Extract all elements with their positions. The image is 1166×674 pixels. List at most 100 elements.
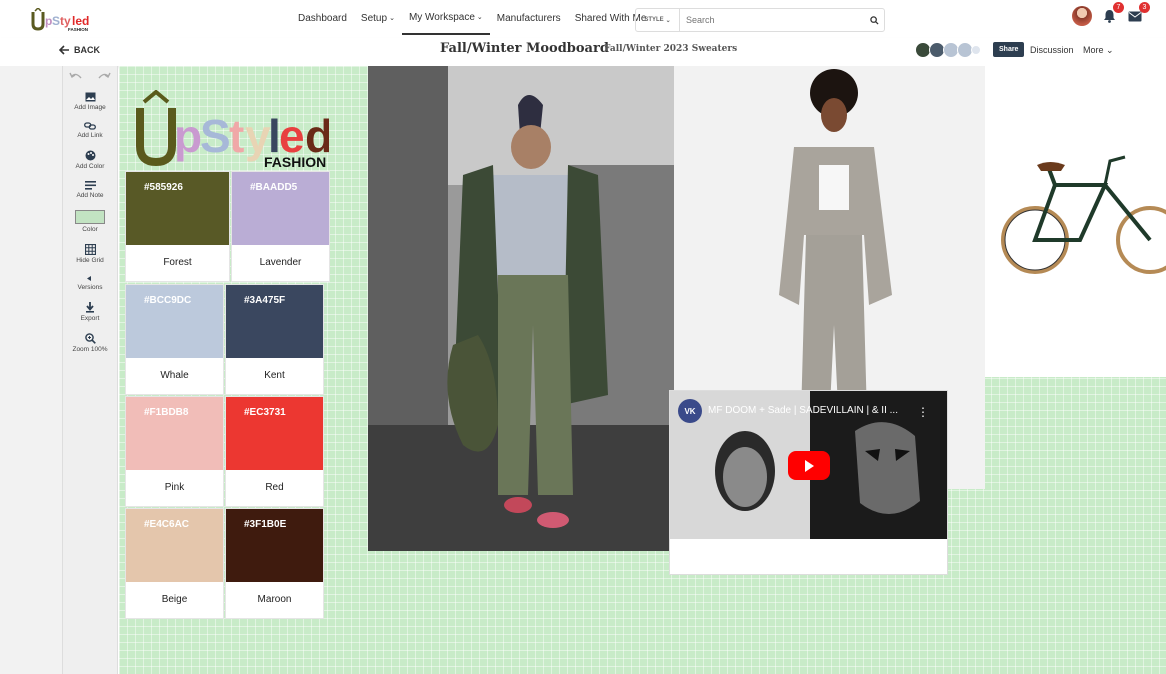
hide-grid-button[interactable]: Hide Grid [63, 244, 117, 264]
search-bar: STYLE ⌄ [635, 8, 885, 32]
color-hex: #BAADD5 [232, 172, 329, 245]
bicycle-image [985, 66, 1166, 377]
canvas-color-button[interactable]: Color [63, 210, 117, 233]
notifications-button[interactable]: 7 [1100, 2, 1124, 25]
color-name: Red [265, 482, 284, 493]
add-color-label: Add Color [75, 163, 105, 170]
color-hex: #585926 [126, 172, 229, 245]
add-image-label: Add Image [74, 104, 106, 111]
collaborator-avatars[interactable] [915, 42, 981, 58]
nav-dashboard-label: Dashboard [298, 13, 347, 24]
envelope-icon [1128, 11, 1142, 21]
search-input[interactable] [680, 10, 864, 30]
nav-setup-label: Setup [360, 13, 388, 24]
chevron-down-icon: ⌄ [389, 15, 395, 22]
top-navigation: p S ty led FASHION Dashboard Setup ⌄ My W… [0, 0, 1166, 38]
undo-icon[interactable] [69, 72, 83, 81]
color-card-pink[interactable]: #F1BDB8 Pink [125, 396, 224, 507]
color-name: Beige [161, 594, 188, 605]
add-image-button[interactable]: Add Image [63, 92, 117, 111]
left-gutter [0, 66, 62, 674]
street-style-image [368, 66, 675, 551]
redo-icon[interactable] [97, 72, 111, 81]
moodboard-canvas[interactable]: p S t y l e d FASHION #585926 Forest #BA… [119, 66, 1166, 674]
color-name: Lavender [259, 257, 302, 268]
style-select[interactable]: STYLE ⌄ [636, 9, 680, 31]
more-label: More [1083, 45, 1104, 55]
nav-dashboard[interactable]: Dashboard [291, 3, 354, 35]
nav-manufacturers[interactable]: Manufacturers [490, 3, 568, 35]
color-card-whale[interactable]: #BCC9DC Whale [125, 284, 224, 395]
play-button[interactable] [788, 451, 830, 480]
color-hex: #BCC9DC [126, 285, 223, 358]
bicycle-photo[interactable] [985, 66, 1166, 377]
svg-text:FASHION: FASHION [264, 154, 326, 168]
chevron-down-icon: ⌄ [476, 14, 483, 21]
export-button[interactable]: Export [63, 302, 117, 322]
nav-setup[interactable]: Setup ⌄ [354, 3, 402, 35]
board-title: Fall/Winter Moodboard [440, 41, 609, 56]
search-icon[interactable] [864, 10, 884, 30]
versions-icon [87, 276, 91, 281]
add-color-button[interactable]: Add Color [63, 150, 117, 170]
color-card-lavender[interactable]: #BAADD5 Lavender [231, 171, 330, 282]
note-icon [84, 181, 96, 190]
street-style-photo[interactable] [368, 66, 675, 551]
color-card-red[interactable]: #EC3731 Red [225, 396, 324, 507]
board-header: BACK Fall/Winter Moodboard Fall/Winter 2… [0, 38, 1166, 66]
svg-text:S: S [52, 14, 60, 28]
style-select-label: STYLE [644, 17, 664, 23]
svg-text:p: p [174, 110, 202, 162]
share-button[interactable]: Share [993, 42, 1025, 57]
color-card-maroon[interactable]: #3F1B0E Maroon [225, 508, 324, 619]
discussion-link[interactable]: Discussion [1030, 45, 1074, 55]
channel-avatar[interactable]: VK [678, 399, 702, 423]
more-menu[interactable]: More ⌄ [1083, 45, 1114, 56]
color-name: Whale [160, 370, 189, 381]
versions-button[interactable]: Versions [63, 275, 117, 291]
grid-icon [84, 244, 96, 255]
color-label: Color [82, 226, 98, 233]
color-card-forest[interactable]: #585926 Forest [125, 171, 230, 282]
svg-text:led: led [72, 14, 89, 28]
chevron-down-icon: ⌄ [665, 17, 671, 24]
hide-grid-label: Hide Grid [76, 257, 104, 264]
video-embed-card[interactable]: VK MF DOOM + Sade | SADEVILLAIN | & II .… [669, 390, 948, 575]
palette-icon [85, 150, 95, 161]
notifications-badge: 7 [1113, 2, 1124, 13]
color-hex: #EC3731 [226, 397, 323, 470]
messages-badge: 3 [1139, 2, 1150, 13]
add-note-button[interactable]: Add Note [63, 181, 117, 199]
link-icon [84, 122, 96, 130]
add-link-button[interactable]: Add Link [63, 122, 117, 139]
color-hex: #E4C6AC [126, 509, 223, 582]
color-name: Pink [164, 482, 185, 493]
color-hex: #3F1B0E [226, 509, 323, 582]
color-name: Kent [264, 370, 285, 381]
nav-manufacturers-label: Manufacturers [496, 13, 561, 24]
user-avatar[interactable] [1072, 6, 1092, 26]
color-name: Maroon [257, 594, 292, 605]
nav-my-workspace[interactable]: My Workspace ⌄ [401, 3, 490, 35]
video-menu-icon[interactable]: ⋮ [917, 405, 929, 419]
video-player[interactable]: VK MF DOOM + Sade | SADEVILLAIN | & II .… [670, 391, 947, 539]
upstyled-logo[interactable]: p S ty led FASHION [30, 8, 92, 32]
svg-text:FASHION: FASHION [68, 27, 88, 32]
board-subtitle: Fall/Winter 2023 Sweaters [604, 44, 738, 54]
add-note-label: Add Note [76, 192, 104, 199]
messages-button[interactable]: 3 [1126, 2, 1150, 25]
svg-text:S: S [200, 110, 231, 162]
upstyled-fashion-logo-tile[interactable]: p S t y l e d FASHION [134, 90, 329, 168]
more-collaborators-icon[interactable] [971, 45, 981, 55]
nav-my-workspace-label: My Workspace [408, 12, 475, 23]
color-card-beige[interactable]: #E4C6AC Beige [125, 508, 224, 619]
arrow-left-icon [59, 45, 69, 55]
image-icon [85, 92, 95, 102]
zoom-button[interactable]: Zoom 100% [63, 333, 117, 353]
play-icon [805, 459, 814, 472]
zoom-label: Zoom 100% [72, 346, 108, 353]
video-title[interactable]: MF DOOM + Sade | SADEVILLAIN | & II ... [708, 405, 898, 416]
download-icon [86, 302, 94, 313]
back-button[interactable]: BACK [59, 45, 100, 55]
color-card-kent[interactable]: #3A475F Kent [225, 284, 324, 395]
